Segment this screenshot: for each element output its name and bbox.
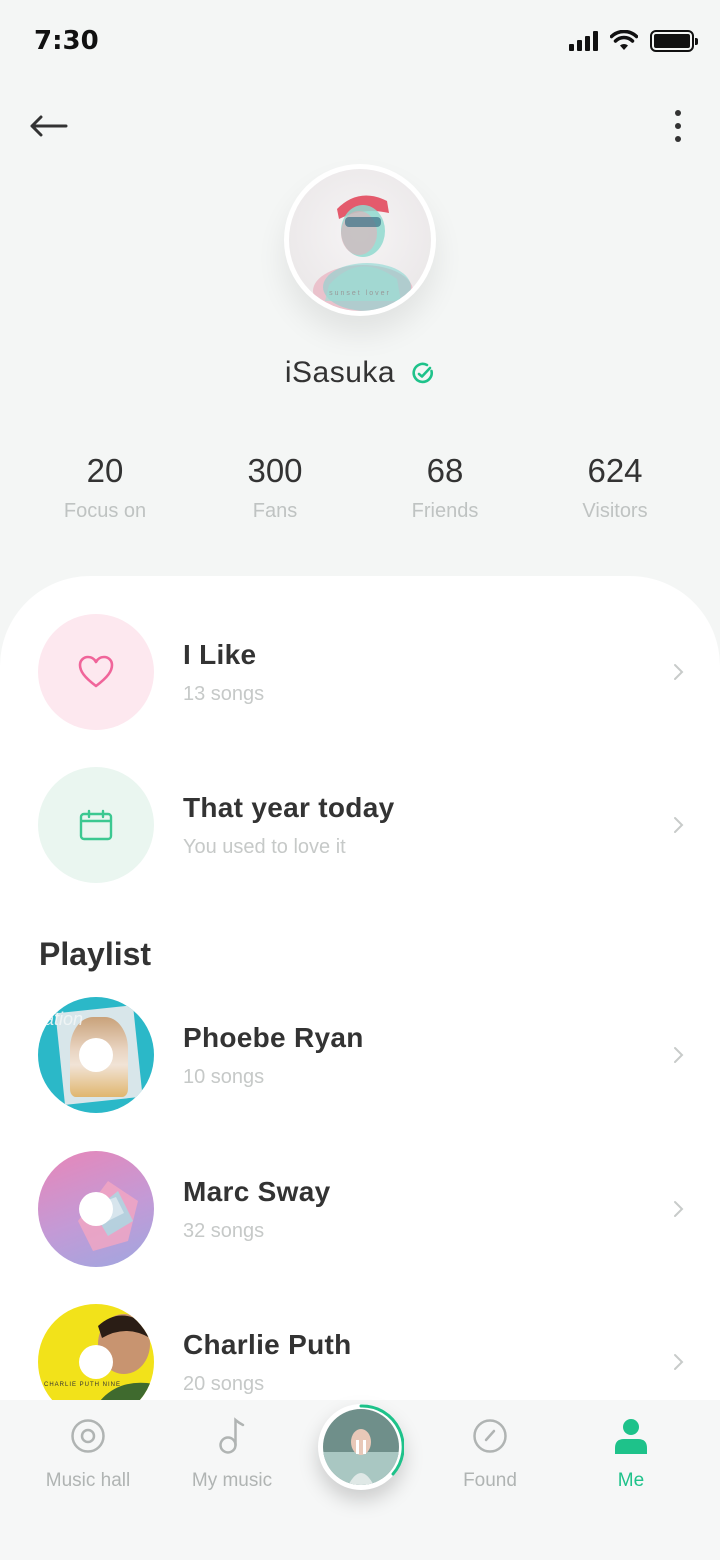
row-title: Charlie Puth: [183, 1328, 352, 1360]
stat-label: Friends: [411, 500, 479, 522]
album-cover-text: CHARLIE PUTH NINE: [44, 1382, 122, 1388]
status-bar: 7:30: [0, 0, 720, 86]
tab-label: Found: [463, 1470, 517, 1491]
disc-hole: [79, 1038, 113, 1072]
calendar-icon: [79, 809, 113, 841]
playlist-item-marc-sway[interactable]: Marc Sway 32 songs: [38, 1151, 698, 1267]
album-cover: [38, 1151, 154, 1267]
that-year-icon-circle: [38, 767, 154, 883]
that-year-today-item[interactable]: That year today You used to love it: [38, 767, 698, 883]
playlist-item-text: Charlie Puth 20 songs: [183, 1329, 668, 1396]
more-dot-icon: [675, 136, 681, 142]
stat-label: Fans: [252, 500, 298, 522]
avatar[interactable]: sunset lover: [284, 164, 436, 316]
stats-bar: 20 Focus on 300 Fans 68 Friends 624 Visi…: [20, 452, 700, 523]
status-icons: [569, 30, 698, 52]
row-subtitle: 32 songs: [183, 1219, 265, 1242]
chevron-right-icon: [668, 1045, 688, 1065]
compass-icon: [420, 1416, 560, 1456]
chevron-right-icon: [668, 662, 688, 682]
more-dot-icon: [675, 123, 681, 129]
playlist-item-phoebe-ryan[interactable]: ation Phoebe Ryan 10 songs: [38, 997, 698, 1113]
playlist-item-text: Marc Sway 32 songs: [183, 1176, 668, 1243]
stat-value: 624: [587, 452, 643, 489]
album-cover: ation: [38, 997, 154, 1113]
row-subtitle: 20 songs: [183, 1372, 265, 1395]
wifi-icon: [610, 30, 638, 50]
stat-visitors[interactable]: 624 Visitors: [530, 452, 700, 523]
tab-label: My music: [191, 1470, 273, 1491]
tab-music-hall[interactable]: Music hall: [18, 1416, 158, 1492]
i-like-item[interactable]: I Like 13 songs: [38, 614, 698, 730]
music-note-icon: [162, 1416, 302, 1456]
row-subtitle: You used to love it: [183, 835, 346, 858]
row-subtitle: 13 songs: [183, 682, 265, 705]
avatar-caption: sunset lover: [329, 290, 391, 297]
tab-label: Me: [617, 1470, 645, 1491]
tab-found[interactable]: Found: [420, 1416, 560, 1492]
battery-icon: [650, 30, 698, 52]
stat-value: 68: [426, 452, 464, 489]
tab-me[interactable]: Me: [561, 1416, 701, 1492]
stat-label: Visitors: [582, 500, 648, 522]
user-icon: [561, 1416, 701, 1456]
chevron-right-icon: [668, 1352, 688, 1372]
now-playing-button[interactable]: [318, 1404, 405, 1490]
stat-fans[interactable]: 300 Fans: [190, 452, 360, 523]
stat-value: 20: [86, 452, 124, 489]
more-dot-icon: [675, 110, 681, 116]
playlist-section-title: Playlist: [39, 936, 152, 972]
row-title: That year today: [183, 791, 395, 823]
signal-icon: [569, 31, 598, 51]
that-year-text: That year today You used to love it: [183, 792, 668, 859]
i-like-icon-circle: [38, 614, 154, 730]
tab-label: Music hall: [45, 1470, 131, 1491]
row-title: Phoebe Ryan: [183, 1021, 364, 1053]
stat-label: Focus on: [63, 500, 147, 522]
back-button[interactable]: [26, 106, 70, 146]
username-row: iSasuka: [0, 356, 720, 390]
avatar-image: sunset lover: [289, 169, 431, 311]
playlist-item-text: Phoebe Ryan 10 songs: [183, 1022, 668, 1089]
username: iSasuka: [284, 356, 396, 389]
verified-icon: [412, 362, 434, 384]
tab-my-music[interactable]: My music: [162, 1416, 302, 1492]
heart-icon: [78, 655, 114, 688]
disc-icon: [18, 1416, 158, 1456]
stat-value: 300: [247, 452, 303, 489]
more-options-button[interactable]: [666, 106, 690, 146]
row-title: I Like: [183, 638, 257, 670]
disc-hole: [79, 1192, 113, 1226]
row-title: Marc Sway: [183, 1175, 331, 1207]
row-subtitle: 10 songs: [183, 1065, 265, 1088]
stat-focus-on[interactable]: 20 Focus on: [20, 452, 190, 523]
chevron-right-icon: [668, 1199, 688, 1219]
disc-hole: [79, 1345, 113, 1379]
status-time: 7:30: [34, 26, 99, 56]
i-like-text: I Like 13 songs: [183, 639, 668, 706]
stat-friends[interactable]: 68 Friends: [360, 452, 530, 523]
album-cover-text: ation: [44, 1009, 84, 1029]
chevron-right-icon: [668, 815, 688, 835]
arrow-left-icon: [30, 115, 68, 137]
now-playing-cover: [319, 1404, 405, 1489]
